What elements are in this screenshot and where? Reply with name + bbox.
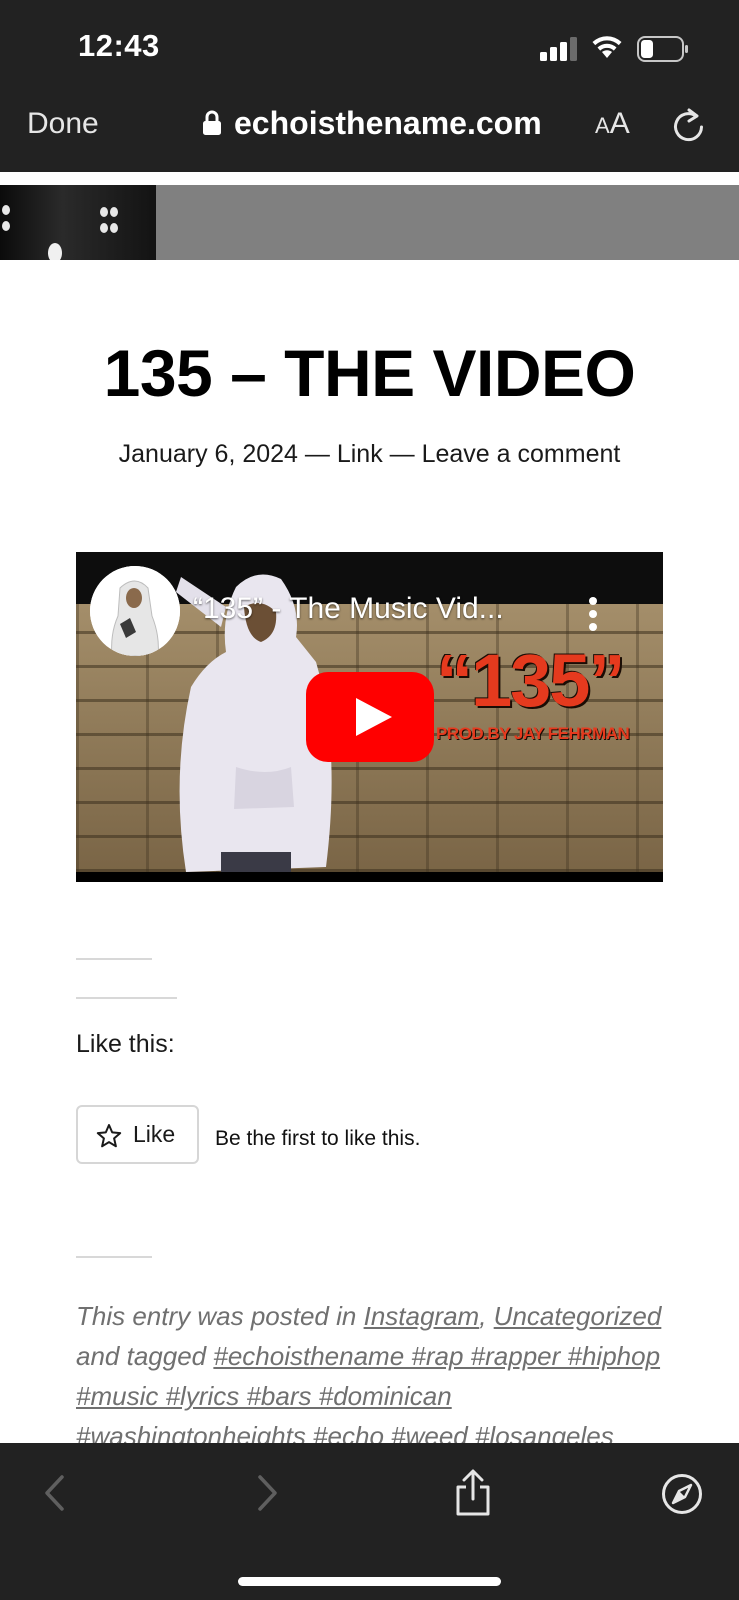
status-time: 12:43 (78, 28, 160, 63)
star-icon (96, 1124, 122, 1148)
more-vertical-icon[interactable] (586, 596, 600, 632)
post-meta[interactable]: January 6, 2024 — Link — Leave a comment (0, 440, 739, 469)
header-photo (0, 185, 156, 260)
category-link-uncategorized[interactable]: Uncategorized (494, 1301, 662, 1331)
home-indicator[interactable] (238, 1577, 501, 1586)
separator-line (76, 997, 177, 999)
separator-line (76, 1256, 152, 1258)
signal-icon (540, 37, 577, 61)
video-overlay-number: “135” (436, 639, 625, 722)
share-icon[interactable] (453, 1469, 493, 1517)
video-overlay-credit: PROD.BY JAY FEHRMAN (436, 724, 630, 743)
play-button[interactable] (306, 672, 434, 762)
battery-icon (637, 36, 688, 62)
wifi-icon (592, 36, 622, 58)
like-count-text: Be the first to like this. (215, 1127, 421, 1150)
entry-footer: This entry was posted in Instagram, Unca… (76, 1296, 666, 1456)
category-link-instagram[interactable]: Instagram (364, 1301, 480, 1331)
entry-posted-in-label: This entry was posted in (76, 1301, 357, 1331)
channel-avatar-image (90, 566, 180, 656)
reload-icon[interactable] (672, 107, 706, 143)
category-separator: , (479, 1301, 487, 1331)
browser-bottom-toolbar (0, 1443, 739, 1600)
channel-avatar[interactable] (90, 566, 180, 656)
done-button[interactable]: Done (27, 107, 99, 141)
browser-address-bar: Done echoisthename.com AA (0, 95, 739, 172)
like-button[interactable]: Like (76, 1105, 199, 1164)
entry-tagged-label: and tagged (76, 1341, 207, 1371)
back-arrow-icon[interactable] (42, 1473, 68, 1513)
forward-arrow-icon[interactable] (254, 1473, 280, 1513)
post-title: 135 – THE VIDEO (103, 336, 636, 410)
youtube-video-embed[interactable]: “135” - The Music Vid... “135” PROD.BY J… (76, 552, 663, 882)
text-size-small-label: A (595, 113, 610, 138)
text-size-big-label: A (609, 107, 630, 140)
separator-line (76, 958, 152, 960)
lock-icon (203, 110, 221, 135)
like-heading: Like this: (76, 1030, 175, 1058)
compass-icon[interactable] (661, 1473, 703, 1515)
video-title[interactable]: “135” - The Music Vid... (193, 592, 504, 626)
url-text[interactable]: echoisthename.com (234, 105, 542, 142)
status-bar: 12:43 (0, 0, 739, 95)
text-size-button[interactable]: AA (595, 107, 630, 141)
site-header-image (0, 185, 739, 260)
like-button-label: Like (133, 1121, 176, 1147)
